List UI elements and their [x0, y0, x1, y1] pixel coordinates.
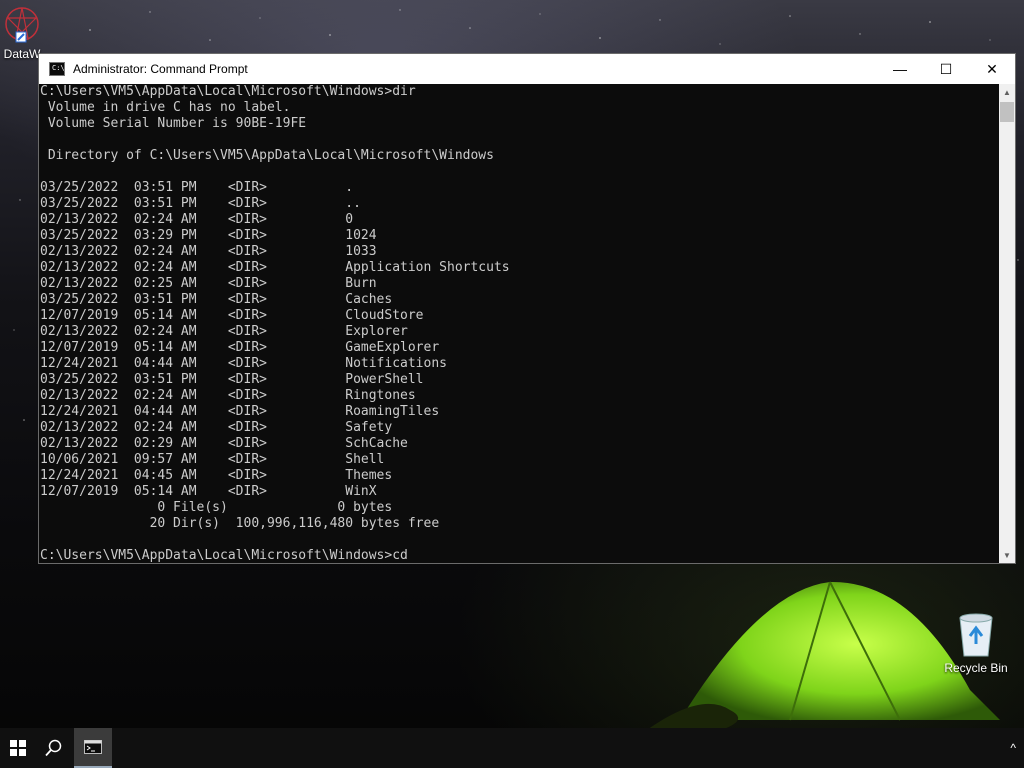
desktop-icon-label: Recycle Bin	[944, 661, 1008, 675]
start-button[interactable]	[0, 728, 36, 768]
console-line: 12/24/2021 04:45 AM <DIR> Themes	[40, 468, 393, 483]
console-line: 03/25/2022 03:51 PM <DIR> ..	[40, 196, 361, 211]
taskbar-item-command-prompt[interactable]	[74, 728, 112, 768]
console-line: 12/07/2019 05:14 AM <DIR> CloudStore	[40, 308, 424, 323]
tray-chevron-icon[interactable]: ^	[1010, 741, 1016, 755]
minimize-icon: —	[893, 61, 907, 77]
search-button[interactable]	[36, 728, 72, 768]
console-line: 03/25/2022 03:51 PM <DIR> Caches	[40, 292, 393, 307]
console-line: Volume in drive C has no label.	[40, 100, 291, 115]
console-line: 20 Dir(s) 100,996,116,480 bytes free	[40, 516, 440, 531]
maximize-icon: ☐	[939, 60, 953, 77]
console-line: 12/24/2021 04:44 AM <DIR> Notifications	[40, 356, 447, 371]
console-line: 02/13/2022 02:25 AM <DIR> Burn	[40, 276, 377, 291]
cmd-app-icon: C:\_	[49, 62, 69, 76]
console-line: 03/25/2022 03:29 PM <DIR> 1024	[40, 228, 377, 243]
window-title: Administrator: Command Prompt	[73, 62, 248, 76]
scroll-down-arrow-icon[interactable]: ▼	[999, 547, 1015, 563]
system-tray: ^	[1010, 728, 1016, 768]
console-line: C:\Users\VM5\AppData\Local\Microsoft\Win…	[40, 84, 416, 99]
window-titlebar[interactable]: C:\_ Administrator: Command Prompt — ☐ ✕	[39, 54, 1015, 84]
close-button[interactable]: ✕	[969, 54, 1015, 84]
desktop-icon-recycle-bin[interactable]: Recycle Bin	[938, 610, 1014, 675]
console-line: Directory of C:\Users\VM5\AppData\Local\…	[40, 148, 494, 163]
search-icon	[45, 739, 62, 757]
console-line: 02/13/2022 02:24 AM <DIR> Explorer	[40, 324, 408, 339]
console-line: 02/13/2022 02:24 AM <DIR> Ringtones	[40, 388, 416, 403]
console-line: 02/13/2022 02:24 AM <DIR> 1033	[40, 244, 377, 259]
taskbar: ^	[0, 728, 1024, 768]
console-line: 12/24/2021 04:44 AM <DIR> RoamingTiles	[40, 404, 440, 419]
console-output[interactable]: C:\Users\VM5\AppData\Local\Microsoft\Win…	[39, 84, 1001, 563]
console-line: 02/13/2022 02:29 AM <DIR> SchCache	[40, 436, 408, 451]
command-prompt-window[interactable]: C:\_ Administrator: Command Prompt — ☐ ✕…	[38, 53, 1016, 564]
dataw-shortcut-icon	[5, 7, 39, 43]
recycle-bin-icon	[959, 613, 993, 657]
console-line: C:\Users\VM5\AppData\Local\Microsoft\Win…	[40, 548, 408, 563]
scroll-up-arrow-icon[interactable]: ▲	[999, 84, 1015, 100]
console-line: 03/25/2022 03:51 PM <DIR> .	[40, 180, 354, 195]
scrollbar-thumb[interactable]	[1000, 102, 1014, 122]
close-icon: ✕	[986, 60, 998, 77]
cmd-icon	[84, 740, 102, 754]
cmd-app-icon-text: C:\_	[52, 64, 69, 72]
console-line: 12/07/2019 05:14 AM <DIR> WinX	[40, 484, 377, 499]
vertical-scrollbar[interactable]: ▲ ▼	[999, 84, 1015, 563]
console-line: 0 File(s) 0 bytes	[40, 500, 393, 515]
console-line: 12/07/2019 05:14 AM <DIR> GameExplorer	[40, 340, 440, 355]
console-line: 02/13/2022 02:24 AM <DIR> 0	[40, 212, 354, 227]
minimize-button[interactable]: —	[877, 54, 923, 84]
console-line: Volume Serial Number is 90BE-19FE	[40, 116, 307, 131]
console-line: 02/13/2022 02:24 AM <DIR> Safety	[40, 420, 393, 435]
windows-logo-icon	[10, 740, 26, 756]
console-line: 02/13/2022 02:24 AM <DIR> Application Sh…	[40, 260, 510, 275]
maximize-button[interactable]: ☐	[923, 54, 969, 84]
console-line: 03/25/2022 03:51 PM <DIR> PowerShell	[40, 372, 424, 387]
console-line: 10/06/2021 09:57 AM <DIR> Shell	[40, 452, 385, 467]
